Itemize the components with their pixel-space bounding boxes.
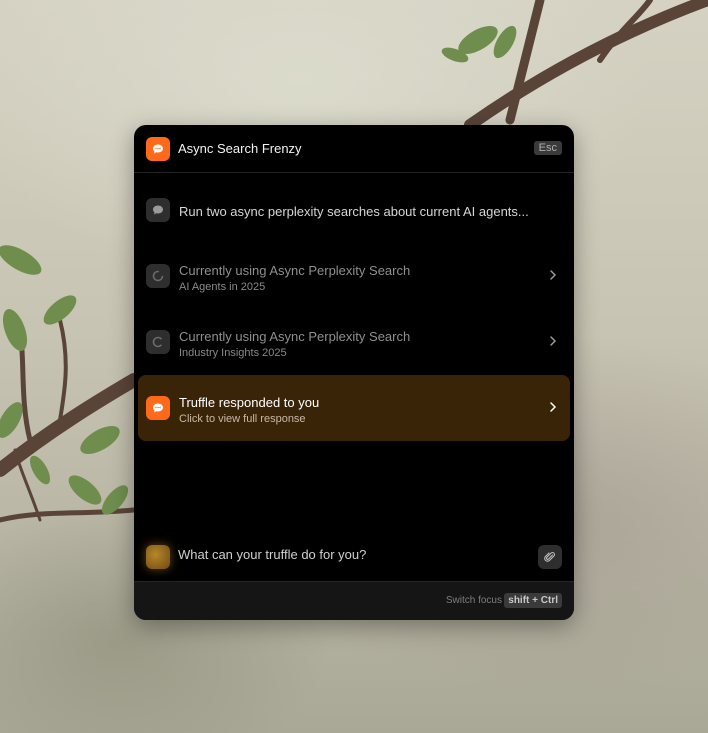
- shortcut-badge: shift + Ctrl: [504, 593, 562, 608]
- truffle-avatar: [146, 545, 170, 569]
- assistant-panel: Async Search Frenzy Esc Run two async pe…: [134, 125, 574, 620]
- spinner-icon: [146, 330, 170, 354]
- task-row-industry-insights[interactable]: Currently using Async Perplexity Search …: [138, 309, 570, 375]
- prompt-input[interactable]: [178, 547, 518, 562]
- panel-footer: Switch focus shift + Ctrl: [134, 581, 574, 620]
- chevron-right-icon: [550, 336, 557, 346]
- chat-bubble-icon: [146, 137, 170, 161]
- task-title: Currently using Async Perplexity Search: [179, 263, 411, 278]
- user-message-row: Run two async perplexity searches about …: [138, 177, 570, 243]
- user-message-text: Run two async perplexity searches about …: [179, 204, 529, 219]
- chevron-right-icon: [550, 270, 557, 280]
- response-title: Truffle responded to you: [179, 395, 320, 410]
- esc-close-button[interactable]: Esc: [533, 141, 562, 155]
- prompt-bar: [134, 539, 574, 581]
- switch-focus-label: Switch focus: [445, 595, 502, 606]
- attach-button[interactable]: [538, 545, 562, 569]
- task-subtitle: Industry Insights 2025: [179, 347, 287, 359]
- task-title: Currently using Async Perplexity Search: [179, 329, 411, 344]
- response-subtitle: Click to view full response: [179, 413, 306, 425]
- panel-title: Async Search Frenzy: [178, 141, 302, 156]
- task-row-ai-agents[interactable]: Currently using Async Perplexity Search …: [138, 243, 570, 309]
- desktop-background: Async Search Frenzy Esc Run two async pe…: [0, 0, 708, 733]
- response-row[interactable]: Truffle responded to you Click to view f…: [138, 375, 570, 441]
- chat-bubble-icon: [146, 198, 170, 222]
- paperclip-icon: [544, 552, 555, 562]
- panel-header: Async Search Frenzy Esc: [134, 125, 574, 173]
- spinner-icon: [146, 264, 170, 288]
- task-subtitle: AI Agents in 2025: [179, 281, 266, 293]
- chevron-right-icon: [550, 402, 557, 412]
- chat-bubble-icon: [146, 396, 170, 420]
